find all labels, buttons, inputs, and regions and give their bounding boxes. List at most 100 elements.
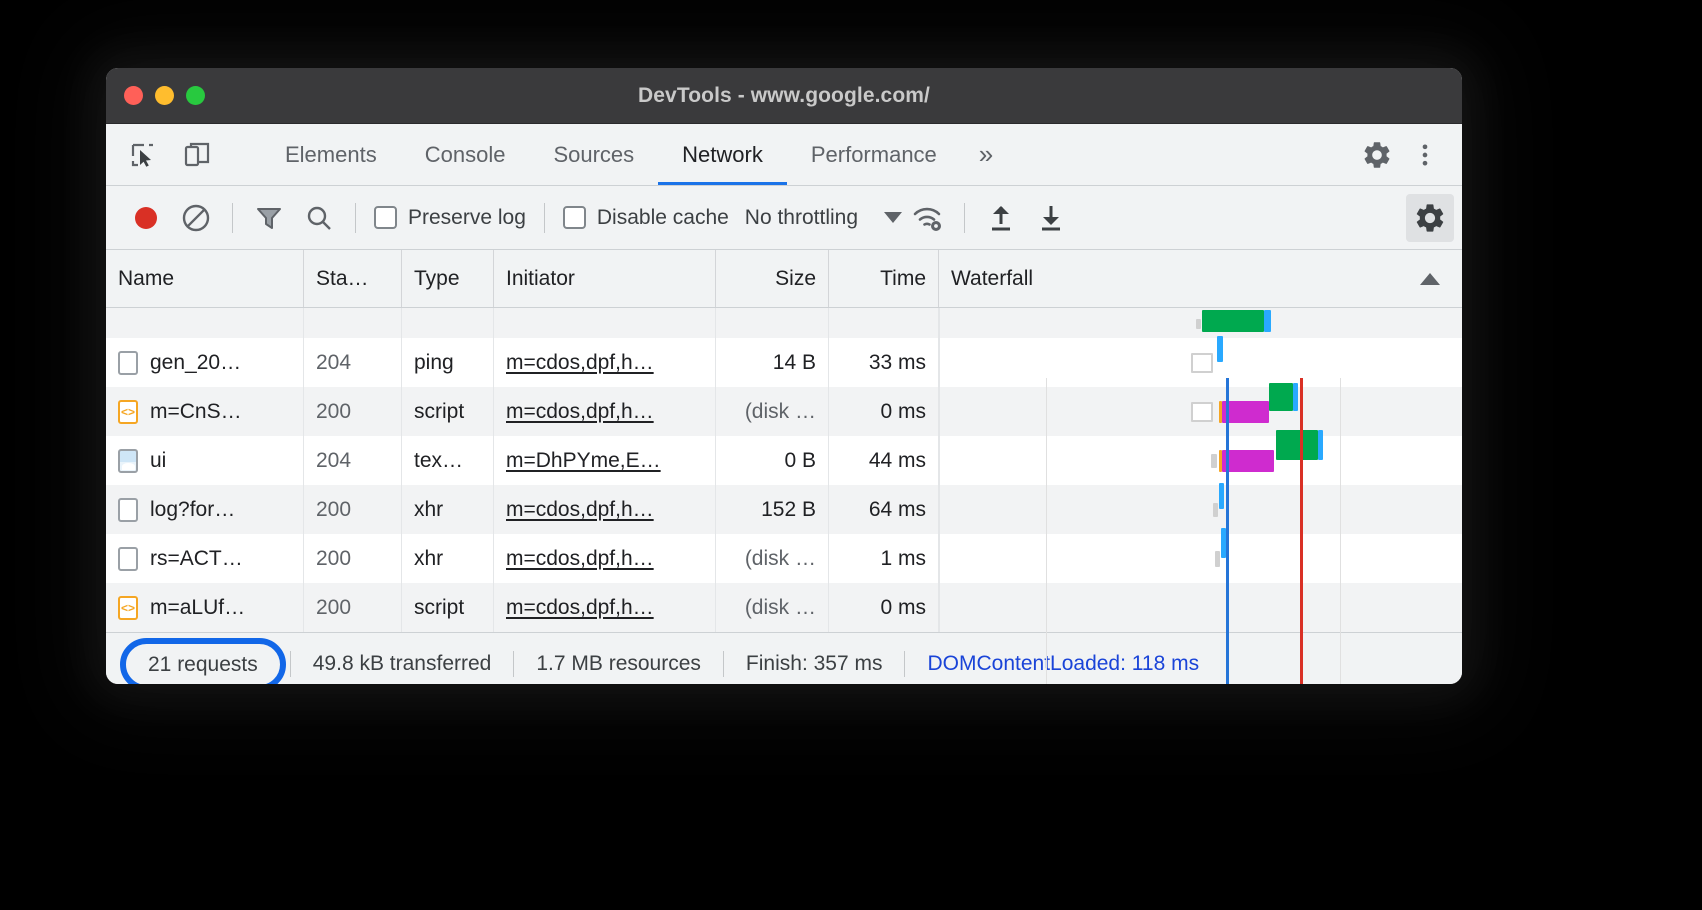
- cell-status: [304, 308, 402, 338]
- cell-status: 200: [304, 387, 402, 436]
- column-header-time[interactable]: Time: [829, 250, 939, 307]
- cell-size: 14 B: [716, 338, 829, 387]
- table-header-row: Name Sta… Type Initiator Size Time Water…: [106, 250, 1462, 308]
- traffic-light-buttons: [124, 86, 205, 105]
- network-toolbar-right: [1406, 194, 1462, 242]
- document-icon: [118, 547, 138, 571]
- initiator-link[interactable]: m=cdos,dpf,h…: [506, 498, 654, 522]
- gear-icon[interactable]: [1356, 134, 1398, 176]
- table-row[interactable]: <> m=aLUf… 200 script m=cdos,dpf,h… (dis…: [106, 583, 1462, 632]
- device-toolbar-icon[interactable]: [176, 134, 218, 176]
- cell-waterfall: [939, 338, 1462, 387]
- table-row[interactable]: <> m=CnS… 200 script m=cdos,dpf,h… (disk…: [106, 387, 1462, 436]
- export-har-icon[interactable]: [1027, 194, 1075, 242]
- document-icon: [118, 498, 138, 522]
- initiator-link[interactable]: m=cdos,dpf,h…: [506, 547, 654, 571]
- document-icon: [118, 351, 138, 375]
- column-header-initiator[interactable]: Initiator: [494, 250, 716, 307]
- cell-name: rs=ACT…: [106, 534, 304, 583]
- cell-time: 64 ms: [829, 485, 939, 534]
- column-header-size[interactable]: Size: [716, 250, 829, 307]
- kebab-menu-icon[interactable]: [1404, 134, 1446, 176]
- cell-waterfall: [939, 387, 1462, 436]
- toolbar-divider-2: [355, 203, 356, 233]
- tab-bar-left-icons: [106, 124, 251, 185]
- record-button[interactable]: [122, 194, 170, 242]
- minimize-window-button[interactable]: [155, 86, 174, 105]
- cell-initiator: m=cdos,dpf,h…: [494, 583, 716, 632]
- network-conditions-icon[interactable]: [904, 194, 952, 242]
- script-icon: <>: [118, 400, 138, 424]
- network-toolbar: Preserve log Disable cache No throttling: [106, 186, 1462, 250]
- initiator-link[interactable]: m=cdos,dpf,h…: [506, 596, 654, 620]
- cell-initiator: [494, 308, 716, 338]
- panel-tabs: Elements Console Sources Network Perform…: [261, 124, 1011, 185]
- initiator-link[interactable]: m=cdos,dpf,h…: [506, 400, 654, 424]
- cell-time: 1 ms: [829, 534, 939, 583]
- cell-waterfall: [939, 308, 1462, 338]
- toolbar-divider-4: [964, 203, 965, 233]
- inspect-element-icon[interactable]: [122, 134, 164, 176]
- initiator-link[interactable]: m=cdos,dpf,h…: [506, 351, 654, 375]
- column-header-waterfall[interactable]: Waterfall: [939, 250, 1462, 307]
- disable-cache-box[interactable]: [563, 206, 586, 229]
- search-icon[interactable]: [295, 194, 343, 242]
- import-har-icon[interactable]: [977, 194, 1025, 242]
- devtools-tab-bar: Elements Console Sources Network Perform…: [106, 124, 1462, 186]
- preserve-log-box[interactable]: [374, 206, 397, 229]
- table-row[interactable]: [106, 308, 1462, 338]
- column-header-type[interactable]: Type: [402, 250, 494, 307]
- disable-cache-checkbox[interactable]: Disable cache: [557, 206, 735, 230]
- cell-type: [402, 308, 494, 338]
- cell-name: <> m=aLUf…: [106, 583, 304, 632]
- toolbar-divider-3: [544, 203, 545, 233]
- tab-console[interactable]: Console: [401, 124, 530, 185]
- tab-network[interactable]: Network: [658, 124, 787, 185]
- column-header-name[interactable]: Name: [106, 250, 304, 307]
- tab-performance[interactable]: Performance: [787, 124, 961, 185]
- preserve-log-checkbox[interactable]: Preserve log: [368, 206, 532, 230]
- window-title-bar: DevTools - www.google.com/: [106, 68, 1462, 124]
- maximize-window-button[interactable]: [186, 86, 205, 105]
- preserve-log-label: Preserve log: [408, 206, 526, 230]
- cell-type: script: [402, 583, 494, 632]
- requests-count[interactable]: 21 requests: [120, 638, 286, 685]
- initiator-link[interactable]: m=DhPYme,E…: [506, 449, 661, 473]
- cell-initiator: m=DhPYme,E…: [494, 436, 716, 485]
- request-name: ui: [150, 449, 166, 473]
- cell-type: xhr: [402, 485, 494, 534]
- cell-status: 200: [304, 485, 402, 534]
- tab-elements[interactable]: Elements: [261, 124, 401, 185]
- clear-icon[interactable]: [172, 194, 220, 242]
- cell-type: ping: [402, 338, 494, 387]
- table-row[interactable]: ui 204 tex… m=DhPYme,E… 0 B 44 ms: [106, 436, 1462, 485]
- table-row[interactable]: log?for… 200 xhr m=cdos,dpf,h… 152 B 64 …: [106, 485, 1462, 534]
- cell-initiator: m=cdos,dpf,h…: [494, 338, 716, 387]
- filter-icon[interactable]: [245, 194, 293, 242]
- window-title: DevTools - www.google.com/: [106, 84, 1462, 108]
- tab-sources[interactable]: Sources: [529, 124, 658, 185]
- throttling-dropdown[interactable]: No throttling: [737, 206, 902, 230]
- cell-time: 0 ms: [829, 387, 939, 436]
- cell-size: 0 B: [716, 436, 829, 485]
- request-name: log?for…: [150, 498, 235, 522]
- throttling-value: No throttling: [745, 206, 858, 230]
- column-header-status[interactable]: Sta…: [304, 250, 402, 307]
- request-name: rs=ACT…: [150, 547, 243, 571]
- script-icon: <>: [118, 596, 138, 620]
- request-name: m=CnS…: [150, 400, 242, 424]
- more-tabs-button[interactable]: »: [961, 124, 1011, 185]
- tab-bar-right-icons: [1333, 124, 1462, 185]
- cell-waterfall: [939, 534, 1462, 583]
- cell-time: 0 ms: [829, 583, 939, 632]
- close-window-button[interactable]: [124, 86, 143, 105]
- cell-status: 200: [304, 534, 402, 583]
- cell-type: script: [402, 387, 494, 436]
- cell-time: 44 ms: [829, 436, 939, 485]
- sort-ascending-icon: [1420, 273, 1440, 285]
- network-status-bar: 21 requests 49.8 kB transferred 1.7 MB r…: [106, 632, 1462, 684]
- table-row[interactable]: rs=ACT… 200 xhr m=cdos,dpf,h… (disk … 1 …: [106, 534, 1462, 583]
- cell-name: ui: [106, 436, 304, 485]
- network-settings-gear-icon[interactable]: [1406, 194, 1454, 242]
- table-row[interactable]: gen_20… 204 ping m=cdos,dpf,h… 14 B 33 m…: [106, 338, 1462, 387]
